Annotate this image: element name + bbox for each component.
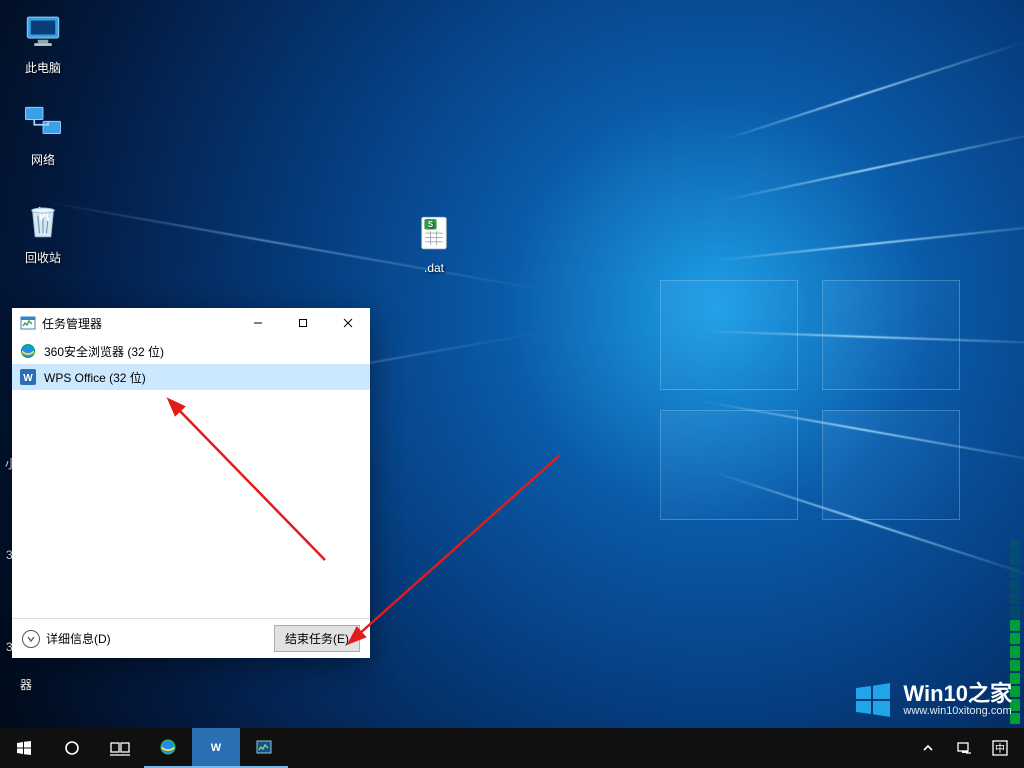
spreadsheet-file-icon: S [413, 212, 455, 254]
desktop-icon-dat-file[interactable]: S .dat [397, 212, 471, 275]
start-button[interactable] [0, 728, 48, 768]
icon-label: 回收站 [6, 249, 80, 266]
wallpaper-window-icon [660, 280, 960, 520]
minimize-button[interactable] [235, 308, 280, 338]
recycle-bin-icon [22, 200, 64, 242]
process-row[interactable]: 360安全浏览器 (32 位) [12, 338, 370, 364]
windows-logo-icon [853, 680, 893, 720]
windows-logo-icon [16, 740, 32, 756]
process-name: WPS Office (32 位) [44, 369, 146, 386]
taskmgr-icon [256, 739, 272, 755]
taskbar[interactable]: W 中 [0, 728, 1024, 768]
titlebar[interactable]: 任务管理器 [12, 308, 370, 338]
wps-icon: W [20, 369, 36, 385]
process-name: 360安全浏览器 (32 位) [44, 343, 164, 360]
end-task-button[interactable]: 结束任务(E) [274, 625, 360, 652]
chevron-up-icon [922, 742, 934, 754]
maximize-button[interactable] [280, 308, 325, 338]
icon-label: .dat [397, 261, 471, 275]
desktop-icon-recycle-bin[interactable]: 回收站 [6, 200, 80, 266]
pc-icon [22, 10, 64, 52]
more-details-button[interactable]: 详细信息(D) [22, 630, 266, 648]
task-manager-window[interactable]: 任务管理器 360安全浏览器 (32 位) W WPS Office (32 位… [12, 308, 370, 658]
stray-label: 器 [20, 676, 32, 693]
watermark: Win10之家 www.win10xitong.com [853, 680, 1012, 720]
chevron-down-icon [22, 630, 40, 648]
desktop-icon-network[interactable]: 网络 [6, 102, 80, 168]
wallpaper-streak [710, 222, 1024, 262]
desktop[interactable]: 此电脑 网络 回收站 S .dat 小 3 3 器 任务管理器 360安全浏览器… [0, 0, 1024, 768]
svg-text:W: W [23, 373, 33, 384]
ime-icon: 中 [992, 740, 1008, 756]
network-icon [22, 102, 64, 144]
taskbar-app-wps[interactable]: W [192, 728, 240, 768]
network-tray-icon [956, 740, 972, 756]
wallpaper-streak [40, 200, 552, 292]
taskbar-app-taskmgr[interactable] [240, 728, 288, 768]
svg-text:W: W [211, 742, 222, 754]
ie-icon [160, 739, 176, 755]
icon-label: 网络 [6, 151, 80, 168]
svg-text:中: 中 [995, 742, 1005, 755]
desktop-icon-this-pc[interactable]: 此电脑 [6, 10, 80, 76]
process-list[interactable]: 360安全浏览器 (32 位) W WPS Office (32 位) [12, 338, 370, 618]
close-button[interactable] [325, 308, 370, 338]
tray-overflow-button[interactable] [910, 742, 946, 754]
svg-text:S: S [428, 220, 433, 229]
process-row-selected[interactable]: W WPS Office (32 位) [12, 364, 370, 390]
taskmgr-icon [20, 315, 36, 331]
taskbar-app-360browser[interactable] [144, 728, 192, 768]
circle-icon [64, 740, 80, 756]
wallpaper-streak [720, 41, 1024, 142]
task-view-button[interactable] [96, 728, 144, 768]
watermark-title: Win10之家 [903, 683, 1012, 705]
watermark-url: www.win10xitong.com [903, 705, 1012, 717]
task-view-icon [110, 740, 130, 756]
icon-label: 此电脑 [6, 59, 80, 76]
tray-network-button[interactable] [946, 740, 982, 756]
cortana-button[interactable] [48, 728, 96, 768]
ie-icon [20, 343, 36, 359]
tray-ime-button[interactable]: 中 [982, 740, 1018, 756]
wallpaper-streak [720, 129, 1024, 202]
taskmgr-footer: 详细信息(D) 结束任务(E) [12, 618, 370, 658]
more-details-label: 详细信息(D) [46, 630, 111, 647]
system-tray[interactable]: 中 [910, 728, 1024, 768]
wps-icon: W [208, 739, 224, 755]
window-title: 任务管理器 [42, 315, 235, 332]
